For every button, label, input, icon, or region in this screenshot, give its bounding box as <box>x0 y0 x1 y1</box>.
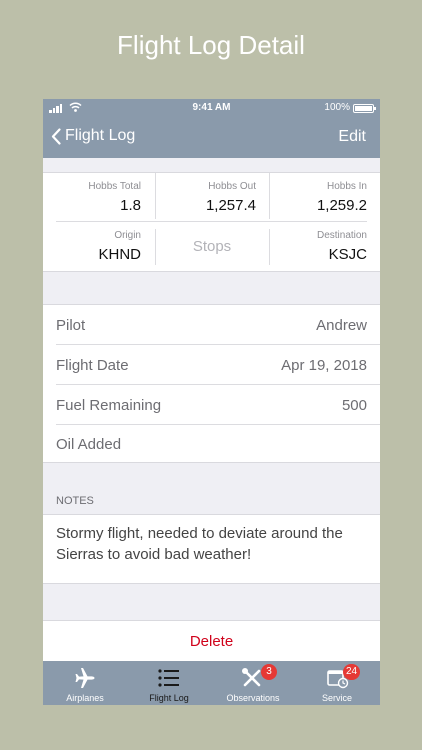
origin[interactable]: Origin KHND <box>43 230 141 263</box>
notes-header: NOTES <box>56 495 94 507</box>
airplane-icon <box>75 668 95 688</box>
row-value: Apr 19, 2018 <box>281 357 367 374</box>
row-label: Oil Added <box>56 436 122 453</box>
navigation-bar: Flight Log Edit <box>43 117 380 158</box>
hobbs-card: Hobbs Total 1.8 Hobbs Out 1,257.4 Hobbs … <box>43 172 380 272</box>
list-icon <box>158 669 179 687</box>
tab-label: Flight Log <box>149 693 189 703</box>
hobbs-out-label: Hobbs Out <box>208 181 256 192</box>
page-caption: Flight Log Detail <box>117 30 305 60</box>
status-bar: 9:41 AM 100% <box>43 99 380 117</box>
row-value: 500 <box>341 397 367 414</box>
tab-airplanes[interactable]: Airplanes <box>43 661 127 705</box>
observations-badge: 3 <box>261 664 277 680</box>
tab-observations[interactable]: 3 Observations <box>211 661 295 705</box>
tab-service[interactable]: 24 Service <box>295 661 379 705</box>
battery-percent: 100% <box>324 102 350 113</box>
row-label: Fuel Remaining <box>56 397 162 414</box>
tab-label: Airplanes <box>66 693 104 703</box>
row-value: Andrew <box>316 317 367 334</box>
battery-icon <box>353 104 376 113</box>
wrench-icon <box>242 668 261 687</box>
chevron-left-icon <box>51 127 61 145</box>
service-badge: 24 <box>343 664 361 680</box>
notes-field[interactable]: Stormy flight, needed to deviate around … <box>43 514 380 584</box>
hobbs-in[interactable]: Hobbs In 1,259.2 <box>269 181 367 214</box>
destination-value: KSJC <box>328 246 367 263</box>
tab-flight-log[interactable]: Flight Log <box>127 661 211 705</box>
destination[interactable]: Destination KSJC <box>269 230 367 263</box>
hobbs-total-value: 1.8 <box>120 197 141 214</box>
oil-added-row[interactable]: Oil Added <box>56 424 380 464</box>
stops-field[interactable]: Stops <box>155 238 269 255</box>
tab-label: Service <box>321 693 352 703</box>
row-label: Pilot <box>56 317 86 334</box>
delete-button[interactable]: Delete <box>43 620 380 662</box>
top-bar: 9:41 AM 100% Flight Log Edit <box>43 99 380 158</box>
hobbs-out-value: 1,257.4 <box>205 197 256 214</box>
edit-button[interactable]: Edit <box>338 128 366 146</box>
back-button[interactable]: Flight Log <box>51 127 135 145</box>
pilot-row[interactable]: Pilot Andrew <box>56 305 380 345</box>
hobbs-total-label: Hobbs Total <box>88 181 141 192</box>
row-label: Flight Date <box>56 357 129 374</box>
hobbs-in-value: 1,259.2 <box>316 197 367 214</box>
details-card: Pilot Andrew Flight Date Apr 19, 2018 Fu… <box>43 304 380 463</box>
origin-value: KHND <box>98 246 141 263</box>
destination-label: Destination <box>316 230 367 241</box>
tab-label: Observations <box>226 693 280 703</box>
hobbs-in-label: Hobbs In <box>326 181 367 192</box>
calendar-clock-icon <box>327 670 349 689</box>
phone-screen: 9:41 AM 100% Flight Log Edit Hobbs Total… <box>43 99 380 705</box>
back-label: Flight Log <box>65 127 136 144</box>
flight-date-row[interactable]: Flight Date Apr 19, 2018 <box>56 345 380 385</box>
tab-bar: Airplanes Flight Log 3 Observations 24 S… <box>43 661 380 705</box>
hobbs-out[interactable]: Hobbs Out 1,257.4 <box>155 181 256 214</box>
hobbs-total[interactable]: Hobbs Total 1.8 <box>43 181 141 214</box>
fuel-remaining-row[interactable]: Fuel Remaining 500 <box>56 385 380 425</box>
origin-label: Origin <box>114 230 141 241</box>
